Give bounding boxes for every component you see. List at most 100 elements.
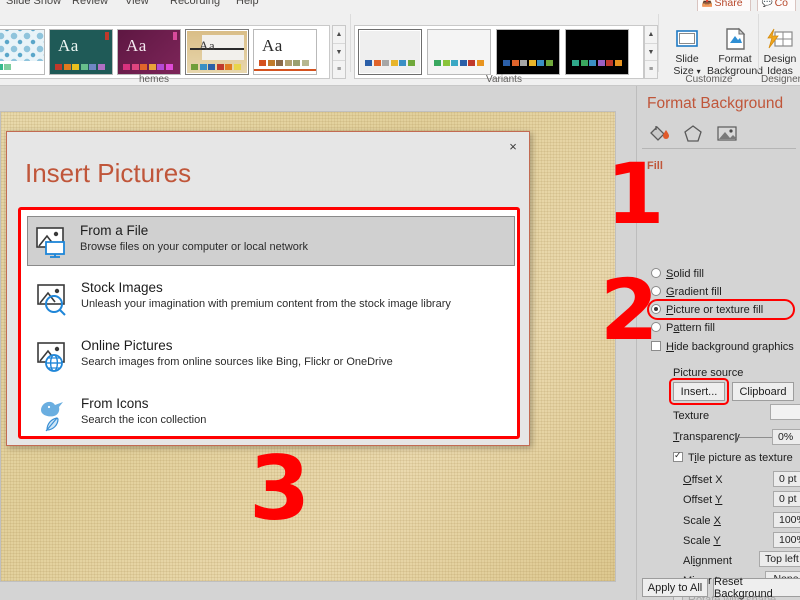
option-text: Stock Images Unleash your imagination wi… — [77, 280, 451, 311]
scale-y-field[interactable]: 100% — [773, 532, 800, 548]
theme-thumbnail[interactable] — [0, 29, 45, 75]
transparency-label: Transparency — [673, 431, 740, 443]
theme-color-swatches — [123, 64, 173, 70]
option-title: Online Pictures — [81, 338, 173, 353]
design-ideas-icon — [756, 24, 800, 54]
theme-color-swatches — [259, 60, 309, 66]
texture-dropdown[interactable] — [770, 404, 800, 420]
option-from-icons[interactable]: From Icons Search the icon collection — [29, 390, 515, 440]
comments-button[interactable]: 💬 Co — [756, 0, 796, 11]
themes-gallery[interactable]: Aa Aa Aa Aa — [0, 25, 330, 79]
transparency-slider-knob[interactable] — [735, 433, 737, 442]
option-stock-images[interactable]: Stock Images Unleash your imagination wi… — [29, 274, 515, 324]
slide-size-button[interactable]: Slide Size ▾ — [662, 24, 712, 80]
scale-x-label: Scale X — [683, 515, 721, 527]
gallery-scroll-up-icon[interactable]: ▲ — [333, 26, 345, 44]
tab-view[interactable]: View — [125, 0, 149, 7]
ribbon-group-customize: Slide Size ▾ Format Background Customize — [662, 11, 763, 86]
variants-gallery-scroll[interactable]: ▲ ▼ ≡ — [644, 25, 658, 79]
theme-thumbnail[interactable]: Aa — [49, 29, 113, 75]
theme-color-swatches — [0, 64, 11, 70]
apply-to-all-button[interactable]: Apply to All — [642, 578, 708, 597]
offset-y-label: Offset Y — [683, 494, 723, 506]
option-online-pictures[interactable]: Online Pictures Search images from onlin… — [29, 332, 515, 382]
ribbon-tab-strip: Slide Show Review View Recording Help 📤 … — [0, 0, 800, 11]
theme-thumbnail[interactable]: Aa — [253, 29, 317, 75]
theme-thumbnail[interactable]: Aa — [117, 29, 181, 75]
option-title: From a File — [80, 223, 149, 238]
picture-globe-icon — [35, 338, 77, 378]
option-title: From Icons — [81, 396, 149, 411]
option-text: From Icons Search the icon collection — [77, 396, 206, 427]
option-description: Unleash your imagination with premium co… — [81, 298, 451, 310]
insert-pictures-options-list: From a File Browse files on your compute… — [18, 207, 520, 439]
share-icon: 📤 — [701, 0, 713, 7]
variant-color-swatches — [434, 60, 484, 66]
theme-color-swatches — [55, 64, 105, 70]
insert-button[interactable]: Insert... — [673, 382, 725, 401]
alignment-dropdown[interactable]: Top left — [759, 551, 800, 567]
insert-pictures-dialog: × Insert Pictures From a File Browse fil… — [6, 131, 530, 446]
option-from-a-file[interactable]: From a File Browse files on your compute… — [27, 216, 515, 266]
dialog-title: Insert Pictures — [25, 158, 192, 188]
ribbon-group-variants: ▲ ▼ ≡ Variants — [354, 11, 658, 86]
close-icon[interactable]: × — [503, 137, 523, 155]
scale-x-field[interactable]: 100% — [773, 512, 800, 528]
variant-thumbnail[interactable] — [496, 29, 560, 75]
gallery-scroll-down-icon[interactable]: ▼ — [333, 44, 345, 62]
design-ideas-button[interactable]: Design Ideas — [756, 24, 800, 80]
theme-aa-text: Aa — [199, 38, 216, 53]
checkbox-tile-picture-as-texture[interactable]: Tile picture as texture — [673, 450, 793, 464]
share-button[interactable]: 📤 Share — [696, 0, 751, 11]
variant-color-swatches — [503, 60, 553, 66]
comments-button-label: Co — [774, 0, 788, 9]
gallery-more-icon[interactable]: ≡ — [333, 61, 345, 78]
theme-aa-text: Aa — [58, 36, 79, 55]
variant-color-swatches — [572, 60, 622, 66]
option-description: Browse files on your computer or local n… — [80, 241, 309, 253]
annotation-step-2: 2 — [600, 261, 659, 359]
option-text: From a File Browse files on your compute… — [76, 223, 308, 254]
design-ideas-label-1: Design — [763, 53, 797, 65]
option-description: Search the icon collection — [81, 414, 207, 426]
reset-background-button[interactable]: Reset Background — [713, 576, 800, 600]
radio-pattern-fill[interactable]: Pattern fill — [651, 322, 715, 334]
tab-help[interactable]: Help — [236, 0, 259, 7]
customize-group-label: Customize — [685, 74, 733, 85]
share-comments-group: 📤 Share 💬 Co — [696, 0, 796, 11]
transparency-value-field[interactable]: 0% — [772, 429, 800, 445]
variant-thumbnail-selected[interactable] — [358, 29, 422, 75]
variants-gallery[interactable] — [354, 25, 644, 79]
offset-x-field[interactable]: 0 pt — [773, 471, 800, 487]
paint-bucket-icon[interactable] — [644, 122, 674, 149]
variants-group-label: Variants — [486, 74, 522, 85]
variant-thumbnail[interactable] — [565, 29, 629, 75]
panel-tabs-divider — [642, 148, 796, 149]
offset-y-field[interactable]: 0 pt — [773, 491, 800, 507]
picture-icon[interactable] — [714, 122, 740, 144]
checkbox-hide-background-graphics[interactable]: Hide background graphics — [651, 341, 794, 353]
ribbon: Slide Show Review View Recording Help 📤 … — [0, 0, 800, 86]
theme-corner-mark — [173, 32, 177, 40]
pentagon-effects-icon[interactable] — [680, 122, 706, 144]
variant-thumbnail[interactable] — [427, 29, 491, 75]
theme-thumbnail-selected[interactable]: Aa — [185, 29, 249, 75]
themes-group-label: hemes — [138, 74, 169, 85]
ribbon-group-themes: Aa Aa Aa Aa ▲ ▼ ≡ hemes — [0, 11, 348, 86]
bird-leaf-icon — [35, 396, 77, 436]
themes-gallery-scroll[interactable]: ▲ ▼ ≡ — [332, 25, 346, 79]
tab-slide-show[interactable]: Slide Show — [6, 0, 61, 7]
radio-gradient-fill[interactable]: Gradient fill — [651, 286, 722, 298]
panel-tab-icons — [644, 122, 740, 149]
radio-picture-or-texture-fill[interactable]: Picture or texture fill — [651, 304, 763, 316]
radio-solid-fill[interactable]: Solid fill — [651, 268, 704, 280]
theme-color-swatches — [191, 64, 241, 70]
tab-recording[interactable]: Recording — [170, 0, 220, 7]
tab-review[interactable]: Review — [72, 0, 108, 7]
scale-y-label: Scale Y — [683, 535, 721, 547]
gallery-scroll-down-icon[interactable]: ▼ — [645, 44, 657, 62]
gallery-scroll-up-icon[interactable]: ▲ — [645, 26, 657, 44]
clipboard-button[interactable]: Clipboard — [732, 382, 794, 401]
slide-size-icon — [662, 24, 712, 54]
offset-x-label: Offset X — [683, 474, 723, 486]
